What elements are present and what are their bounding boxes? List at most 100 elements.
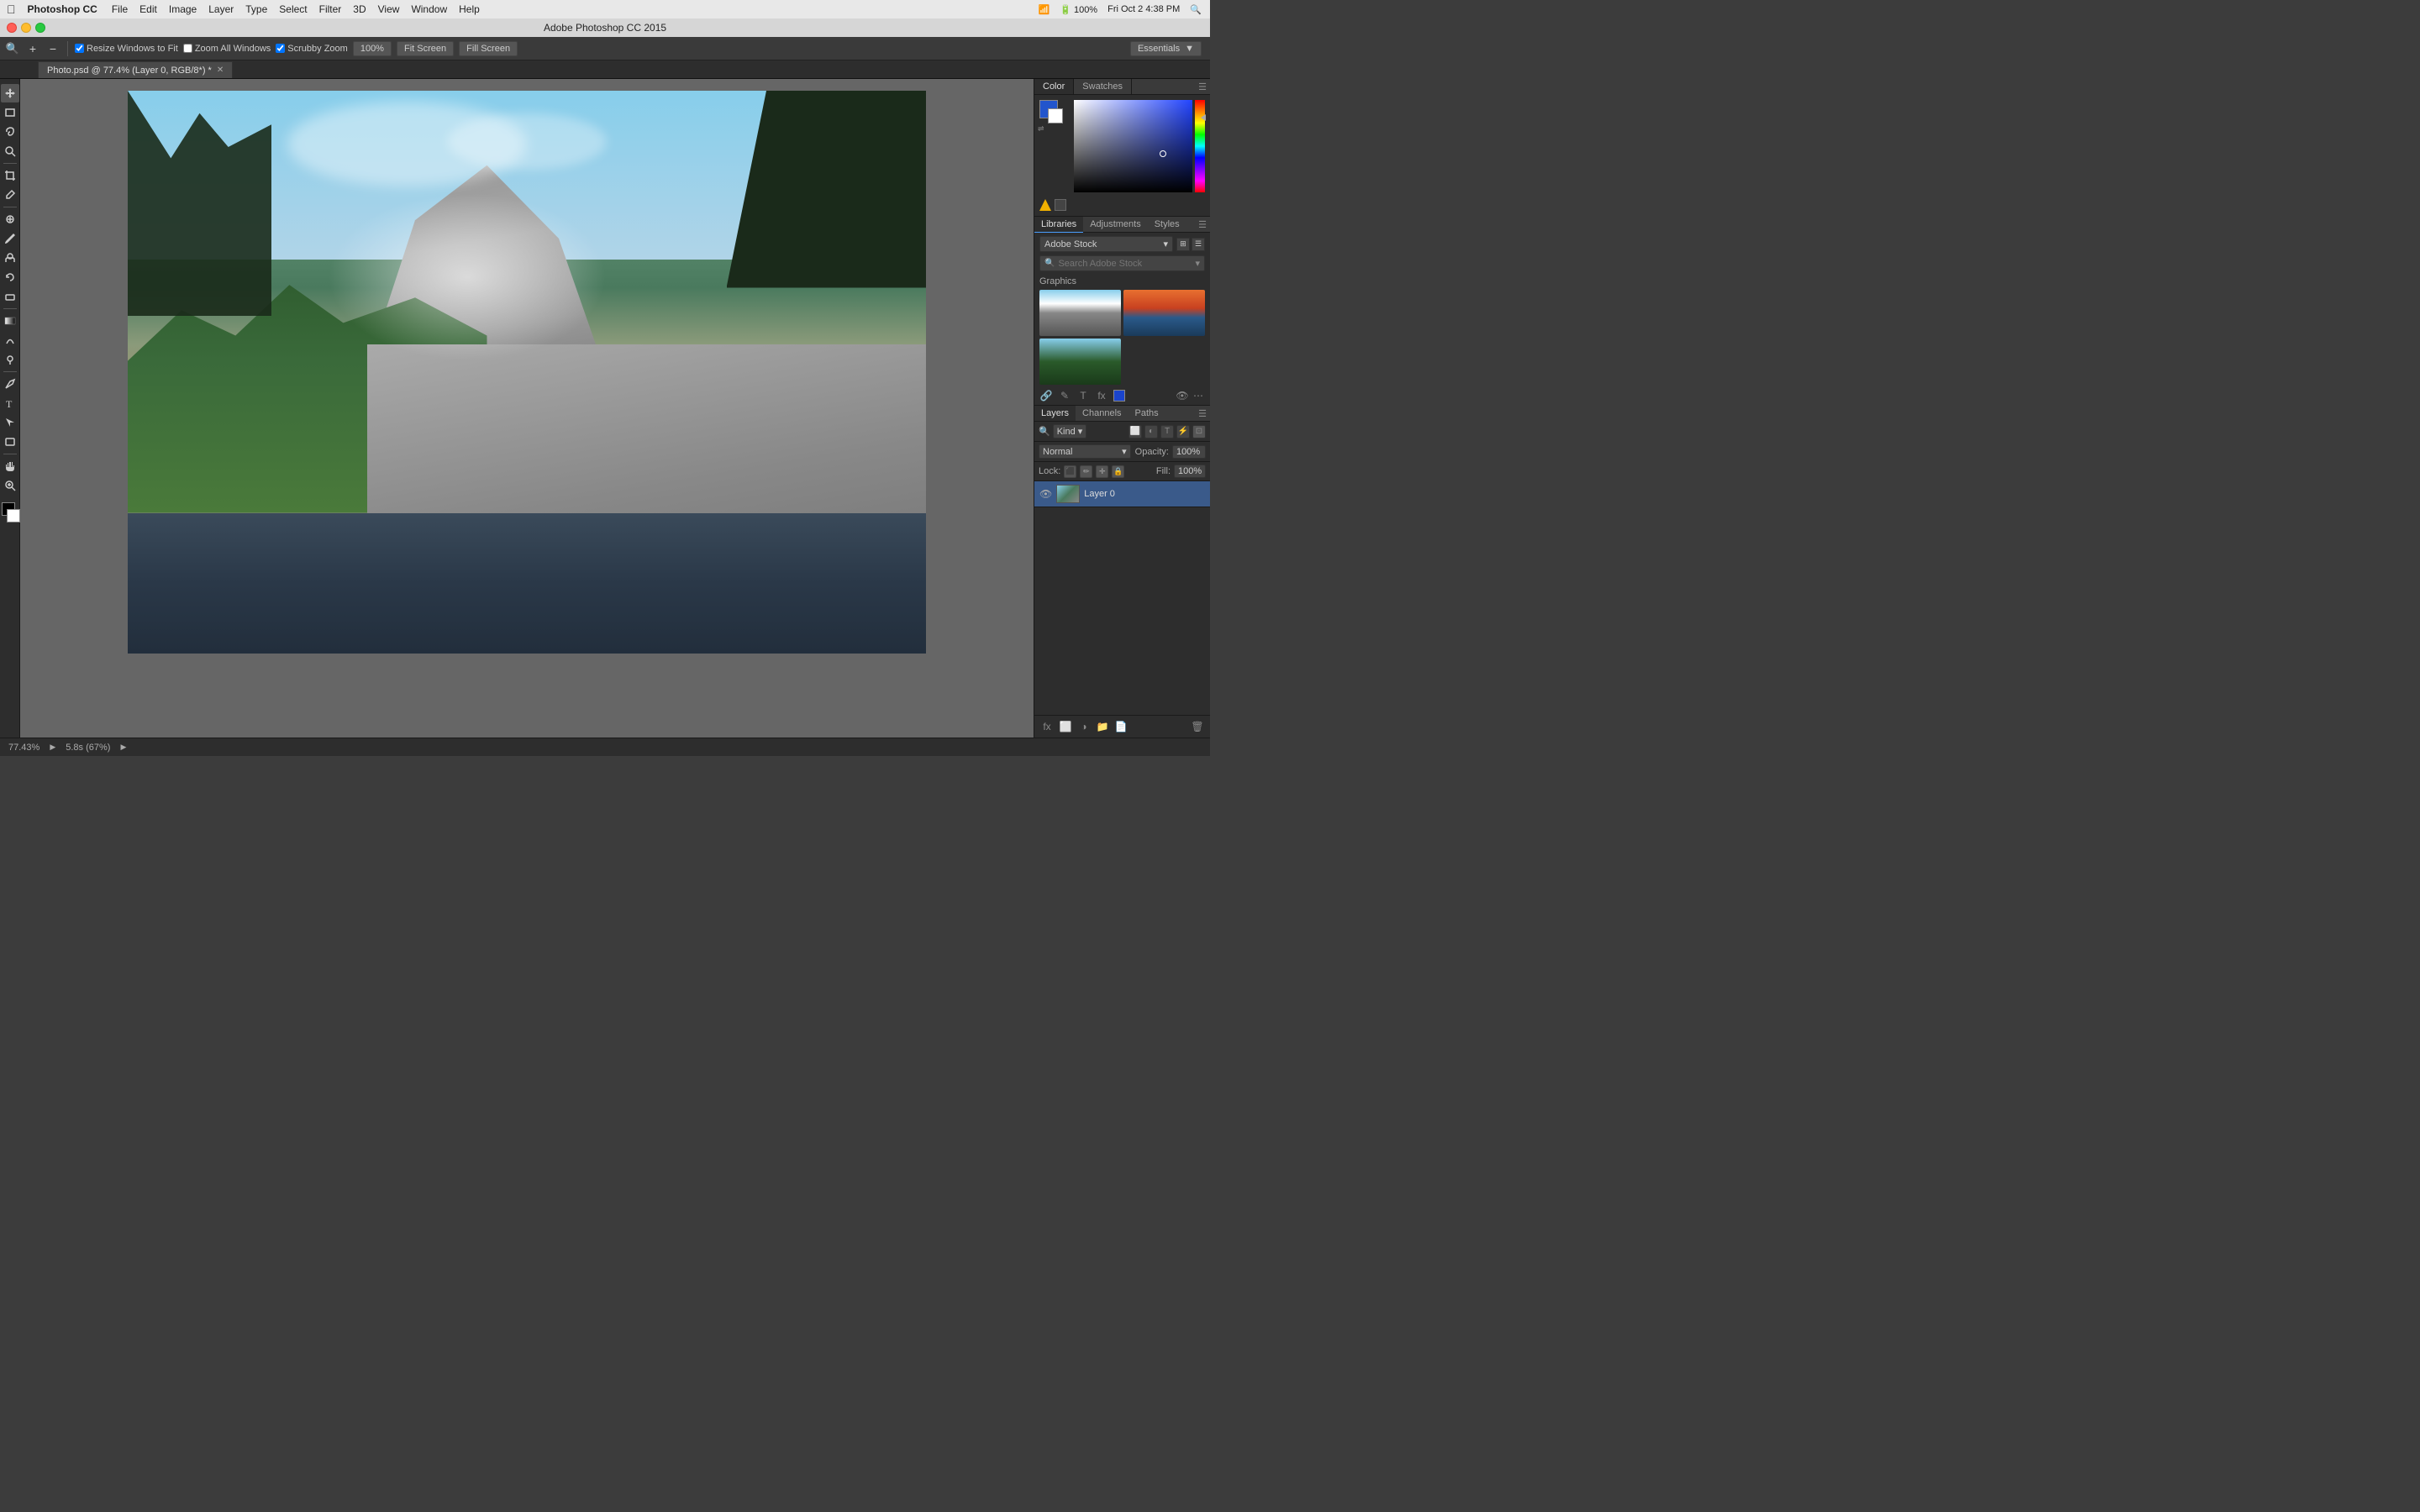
filter-toggle-btn[interactable]: ⊡ — [1192, 425, 1206, 438]
new-layer-btn[interactable]: 📄 — [1113, 719, 1128, 734]
minimize-button[interactable] — [21, 23, 31, 33]
add-style-btn[interactable]: fx — [1039, 719, 1055, 734]
tab-channels[interactable]: Channels — [1076, 406, 1128, 421]
lasso-tool[interactable] — [1, 123, 19, 141]
eraser-tool[interactable] — [1, 287, 19, 306]
stock-thumb-3[interactable] — [1039, 339, 1121, 385]
blend-mode-dropdown[interactable]: Normal ▾ — [1039, 444, 1131, 459]
hand-tool[interactable] — [1, 457, 19, 475]
delete-layer-btn[interactable]: 🗑 — [1190, 719, 1205, 734]
menu-window[interactable]: Window — [405, 0, 453, 18]
zoom-out-icon[interactable]: − — [45, 41, 60, 56]
path-select-tool[interactable] — [1, 413, 19, 432]
create-group-btn[interactable]: 📁 — [1095, 719, 1110, 734]
color-panel-menu[interactable]: ☰ — [1198, 81, 1207, 92]
lib-pencil-icon[interactable]: ✎ — [1058, 389, 1071, 402]
tab-paths[interactable]: Paths — [1128, 406, 1165, 421]
stock-thumb-2[interactable] — [1123, 290, 1205, 336]
menu-3d[interactable]: 3D — [347, 0, 371, 18]
gradient-tool[interactable] — [1, 312, 19, 330]
doc-tab[interactable]: Photo.psd @ 77.4% (Layer 0, RGB/8*) * ✕ — [38, 61, 233, 78]
tab-styles[interactable]: Styles — [1148, 217, 1186, 232]
zoom-level-btn[interactable]: 100% — [353, 41, 392, 56]
color-gradient[interactable] — [1074, 100, 1192, 192]
menu-select[interactable]: Select — [273, 0, 313, 18]
tab-color[interactable]: Color — [1034, 79, 1074, 94]
tab-layers[interactable]: Layers — [1034, 406, 1076, 421]
filter-type-btn[interactable]: T — [1160, 425, 1174, 438]
lib-more-icon[interactable]: ⋯ — [1192, 389, 1205, 402]
opacity-value[interactable]: 100% — [1172, 445, 1206, 459]
lock-all-btn[interactable]: 🔒 — [1112, 465, 1124, 478]
move-tool[interactable] — [1, 84, 19, 102]
menu-type[interactable]: Type — [239, 0, 273, 18]
layer-row[interactable]: 👁 Layer 0 — [1034, 481, 1210, 507]
filter-adj-btn[interactable]: ◐ — [1144, 425, 1158, 438]
maximize-button[interactable] — [35, 23, 45, 33]
lib-text-icon[interactable]: T — [1076, 389, 1090, 402]
stock-thumb-1[interactable] — [1039, 290, 1121, 336]
status-expand-icon[interactable]: ▶ — [50, 743, 55, 752]
quick-select-tool[interactable] — [1, 142, 19, 160]
tab-adjustments[interactable]: Adjustments — [1083, 217, 1148, 232]
bg-swatch[interactable] — [1048, 108, 1063, 123]
close-button[interactable] — [7, 23, 17, 33]
fill-value[interactable]: 100% — [1174, 465, 1206, 478]
status-arrow-icon[interactable]: ▶ — [120, 743, 126, 752]
resize-windows-checkbox[interactable] — [75, 44, 84, 53]
brush-tool[interactable] — [1, 229, 19, 248]
rectangle-tool[interactable] — [1, 433, 19, 451]
history-brush-tool[interactable] — [1, 268, 19, 286]
scrubby-zoom-checkbox[interactable] — [276, 44, 285, 53]
menu-file[interactable]: File — [106, 0, 134, 18]
add-adjustment-btn[interactable]: ◑ — [1076, 719, 1092, 734]
menu-image[interactable]: Image — [163, 0, 203, 18]
filter-smart-btn[interactable]: ⚡ — [1176, 425, 1190, 438]
pen-tool[interactable] — [1, 375, 19, 393]
rectangle-select-tool[interactable] — [1, 103, 19, 122]
doc-tab-close[interactable]: ✕ — [217, 66, 224, 75]
color-proof-icon[interactable] — [1055, 199, 1066, 211]
dodge-tool[interactable] — [1, 350, 19, 369]
healing-brush-tool[interactable] — [1, 210, 19, 228]
lib-fx-icon[interactable]: fx — [1095, 389, 1108, 402]
menu-view[interactable]: View — [372, 0, 406, 18]
lib-stock-dropdown[interactable]: Adobe Stock ▾ — [1039, 236, 1173, 252]
search-expand-icon[interactable]: ▾ — [1195, 258, 1200, 269]
layer-visibility-toggle[interactable]: 👁 — [1039, 488, 1052, 500]
menu-layer[interactable]: Layer — [203, 0, 239, 18]
grid-view-btn[interactable]: ⊞ — [1176, 238, 1190, 251]
crop-tool[interactable] — [1, 166, 19, 185]
zoom-in-icon[interactable]: + — [25, 41, 40, 56]
lib-color-icon[interactable] — [1113, 390, 1125, 402]
fit-screen-btn[interactable]: Fit Screen — [397, 41, 454, 56]
lib-link-icon[interactable]: 🔗 — [1039, 389, 1053, 402]
zoom-all-windows-checkbox[interactable] — [183, 44, 192, 53]
tab-libraries[interactable]: Libraries — [1034, 217, 1083, 233]
menu-edit[interactable]: Edit — [134, 0, 163, 18]
search-input[interactable] — [1058, 259, 1192, 269]
add-mask-btn[interactable]: ⬜ — [1058, 719, 1073, 734]
search-icon[interactable]: 🔍 — [1190, 4, 1202, 15]
layers-panel-menu[interactable]: ☰ — [1198, 408, 1207, 419]
zoom-tool[interactable] — [1, 476, 19, 495]
stamp-tool[interactable] — [1, 249, 19, 267]
filter-pixel-btn[interactable]: ⬜ — [1128, 425, 1142, 438]
lib-eye-icon[interactable]: 👁 — [1176, 389, 1189, 402]
blur-tool[interactable] — [1, 331, 19, 349]
lock-position-btn[interactable]: ✛ — [1096, 465, 1108, 478]
menu-filter[interactable]: Filter — [313, 0, 348, 18]
layers-filter-dropdown[interactable]: Kind ▾ — [1053, 424, 1087, 438]
text-tool[interactable]: T — [1, 394, 19, 412]
out-of-gamut-warning[interactable] — [1039, 199, 1051, 211]
tab-swatches[interactable]: Swatches — [1074, 79, 1132, 94]
reset-colors-icon[interactable]: ⇌ — [1038, 124, 1044, 134]
libraries-panel-menu[interactable]: ☰ — [1198, 219, 1207, 230]
essentials-dropdown[interactable]: Essentials ▼ — [1130, 41, 1202, 56]
eyedropper-tool[interactable] — [1, 186, 19, 204]
list-view-btn[interactable]: ☰ — [1192, 238, 1205, 251]
fill-screen-btn[interactable]: Fill Screen — [459, 41, 518, 56]
background-color[interactable] — [7, 509, 20, 522]
hue-slider[interactable] — [1195, 100, 1205, 192]
lock-transparent-btn[interactable]: ⬛ — [1064, 465, 1076, 478]
